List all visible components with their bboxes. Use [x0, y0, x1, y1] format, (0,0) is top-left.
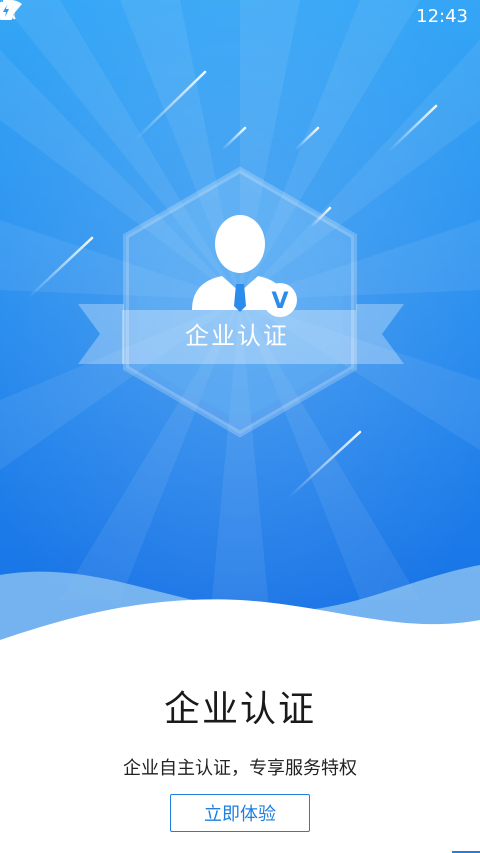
hero-banner: V 12:43 企业认证 [0, 0, 480, 650]
status-time: 12:43 [416, 5, 468, 27]
badge-label: 企业认证 [185, 322, 289, 350]
try-now-button[interactable]: 立即体验 [170, 794, 310, 832]
page-subtitle: 企业自主认证，专享服务特权 [123, 758, 357, 779]
page-title: 企业认证 [163, 689, 316, 730]
status-bar: 12:43 [0, 0, 480, 32]
